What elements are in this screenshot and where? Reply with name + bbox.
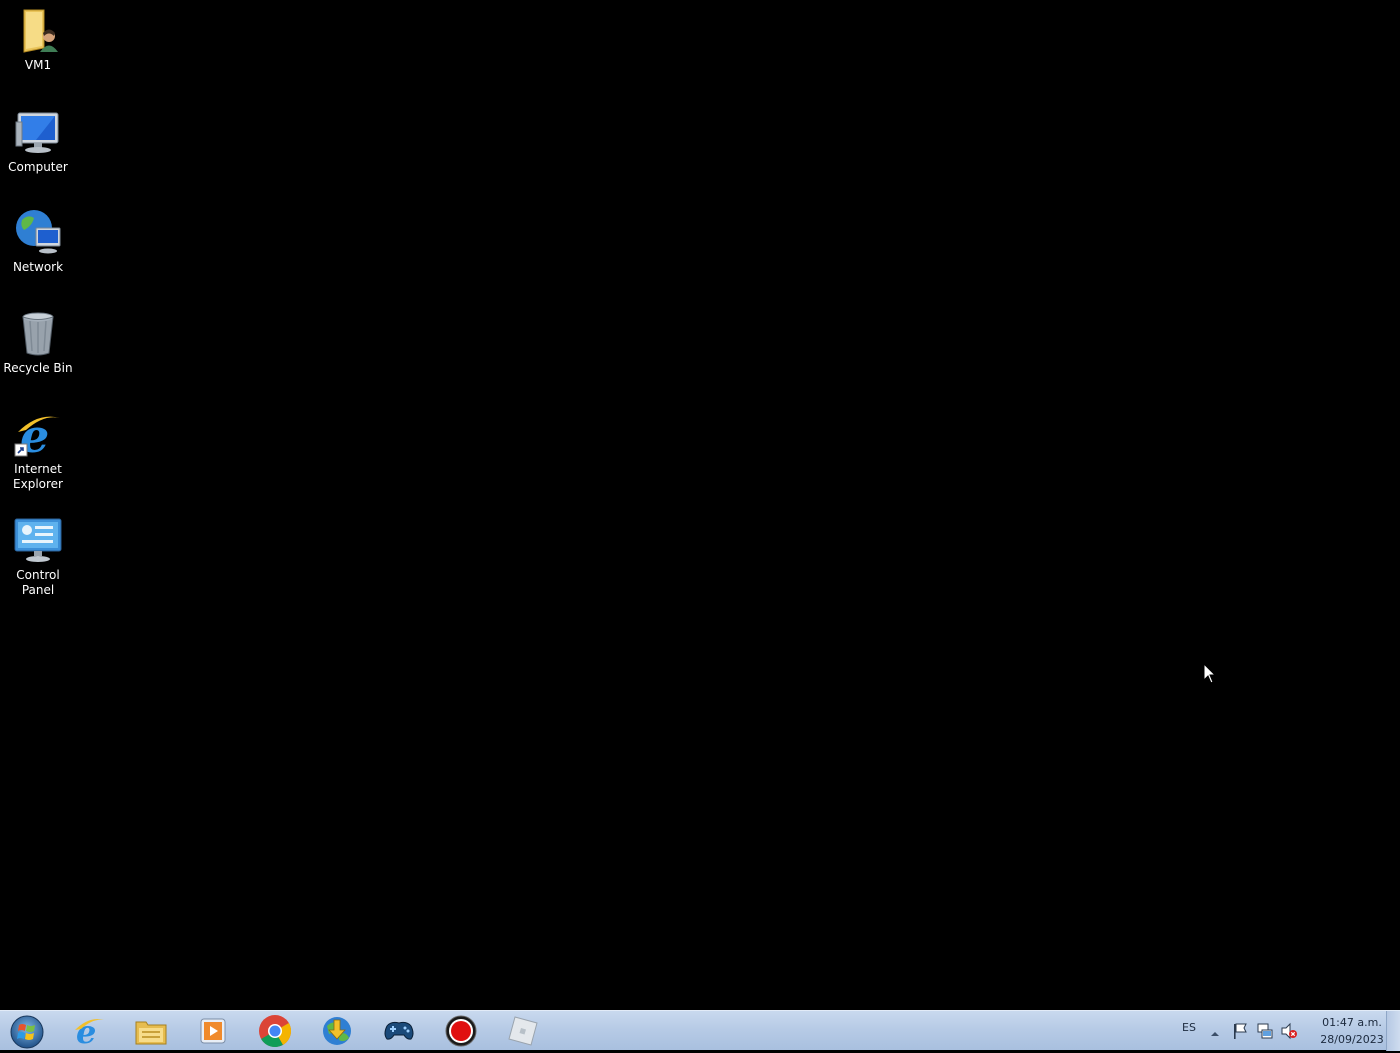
desktop-icon-label: Recycle Bin (3, 361, 73, 375)
file-explorer-icon (135, 1021, 167, 1045)
desktop-icon-recycle-bin[interactable]: Recycle Bin (0, 309, 76, 376)
taskbar-media-player[interactable] (184, 1012, 242, 1050)
desktop-icon-computer[interactable]: Computer (0, 108, 76, 175)
network-tray-icon[interactable] (1256, 1022, 1274, 1044)
volume-muted-icon[interactable] (1280, 1022, 1298, 1044)
download-manager-icon (323, 1017, 351, 1045)
clock-date[interactable]: 28/09/2023 (1317, 1033, 1387, 1046)
record-icon (445, 1015, 477, 1047)
taskbar-file-explorer[interactable] (122, 1012, 180, 1050)
desktop-icon-label: Computer (8, 160, 68, 174)
action-center-flag-icon[interactable] (1232, 1022, 1248, 1044)
show-hidden-icons-icon[interactable] (1210, 1024, 1220, 1043)
media-player-icon (200, 1018, 226, 1044)
start-button[interactable] (6, 1013, 48, 1049)
internet-explorer-icon: e (14, 409, 62, 463)
desktop-icon-vm1[interactable]: VM1 (0, 6, 76, 73)
taskbar-internet-explorer[interactable]: e (60, 1012, 118, 1050)
desktop-icon-network[interactable]: Network (0, 208, 76, 275)
desktop-icon-label: VM1 (24, 58, 52, 72)
taskbar-game-app[interactable] (370, 1012, 428, 1050)
control-panel-icon (14, 516, 62, 564)
internet-explorer-icon: e (75, 1015, 104, 1047)
system-tray: ES 01:47 a.m. 28/09/2023 (1160, 1011, 1400, 1051)
taskbar: e ES 01:47 a.m. 28/09/2023 (0, 1010, 1400, 1051)
network-icon (14, 208, 62, 256)
desktop-icon-label: Internet Explorer (13, 462, 63, 491)
taskbar-chrome[interactable] (246, 1012, 304, 1050)
computer-icon (14, 108, 62, 156)
taskbar-roblox[interactable] (494, 1012, 552, 1050)
taskbar-recorder[interactable] (432, 1012, 490, 1050)
language-indicator[interactable]: ES (1182, 1021, 1196, 1034)
desktop-icon-label: Control Panel (16, 568, 60, 597)
show-desktop-button[interactable] (1386, 1011, 1400, 1051)
recycle-bin-icon (14, 309, 62, 357)
game-controller-icon (384, 1021, 414, 1040)
desktop-icon-control-panel[interactable]: Control Panel (0, 516, 76, 598)
windows-start-icon (10, 1015, 44, 1049)
roblox-icon (508, 1016, 538, 1046)
clock-time[interactable]: 01:47 a.m. (1317, 1016, 1387, 1029)
chrome-icon (259, 1015, 292, 1048)
desktop: VM1 Computer Network Recycle Bin e Inter… (0, 0, 1400, 1010)
taskbar-download-manager[interactable] (308, 1012, 366, 1050)
mouse-cursor-icon (1203, 662, 1217, 689)
user-folder-icon (14, 6, 62, 54)
desktop-icon-label: Network (12, 260, 64, 274)
desktop-icon-internet-explorer[interactable]: e Internet Explorer (0, 409, 76, 492)
